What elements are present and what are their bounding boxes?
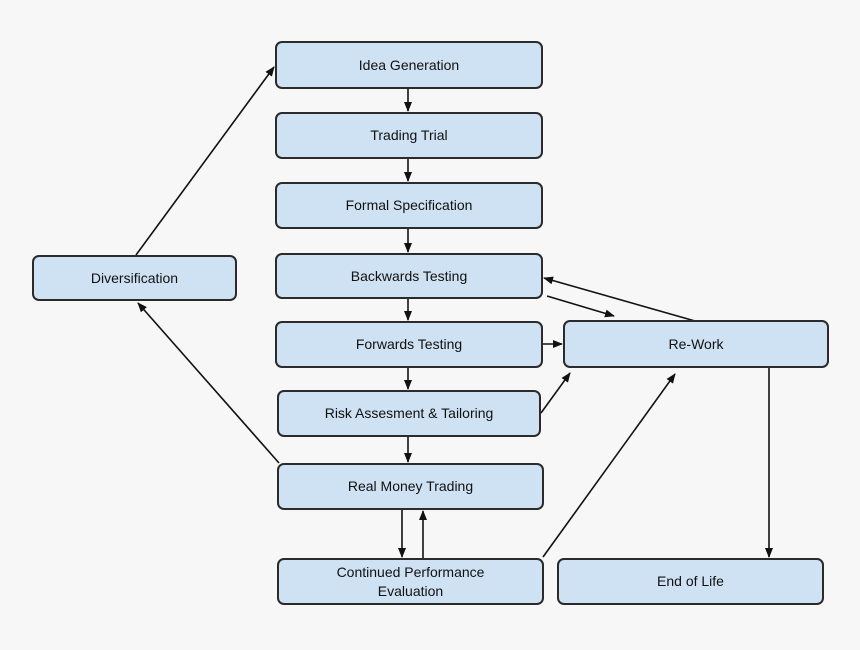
node-backwards-testing[interactable]: Backwards Testing xyxy=(275,253,543,299)
node-trading-trial[interactable]: Trading Trial xyxy=(275,112,543,159)
node-label: Formal Specification xyxy=(345,197,473,213)
node-idea-generation[interactable]: Idea Generation xyxy=(275,41,543,89)
edge-risk-to-rework xyxy=(540,372,571,414)
node-label: Forwards Testing xyxy=(355,336,463,352)
edge-div-to-idea xyxy=(135,66,275,256)
node-continued-performance-evaluation[interactable]: Continued Performance Evaluation xyxy=(277,558,544,605)
node-end-of-life[interactable]: End of Life xyxy=(557,558,824,605)
node-forwards-testing[interactable]: Forwards Testing xyxy=(275,321,543,368)
node-label: Risk Assesment & Tailoring xyxy=(324,405,494,421)
node-diversification[interactable]: Diversification xyxy=(32,255,237,301)
edge-real-to-div xyxy=(137,302,280,464)
node-label: Backwards Testing xyxy=(350,267,468,284)
node-label: Continued Performance Evaluation xyxy=(336,563,485,599)
node-label: End of Life xyxy=(657,573,724,589)
edge-cont-to-rework xyxy=(542,373,676,558)
node-real-money-trading[interactable]: Real Money Trading xyxy=(277,463,544,510)
node-re-work[interactable]: Re-Work xyxy=(563,320,829,368)
node-label: Re-Work xyxy=(668,335,724,352)
edge-back-to-rework xyxy=(546,295,615,318)
node-label: Real Money Trading xyxy=(347,478,474,494)
node-label: Trading Trial xyxy=(370,127,448,143)
node-label: Idea Generation xyxy=(358,56,460,73)
node-label: Diversification xyxy=(90,269,179,286)
node-formal-specification[interactable]: Formal Specification xyxy=(275,182,543,229)
edge-rework-to-back xyxy=(543,276,696,322)
node-risk-assessment[interactable]: Risk Assesment & Tailoring xyxy=(277,390,541,437)
